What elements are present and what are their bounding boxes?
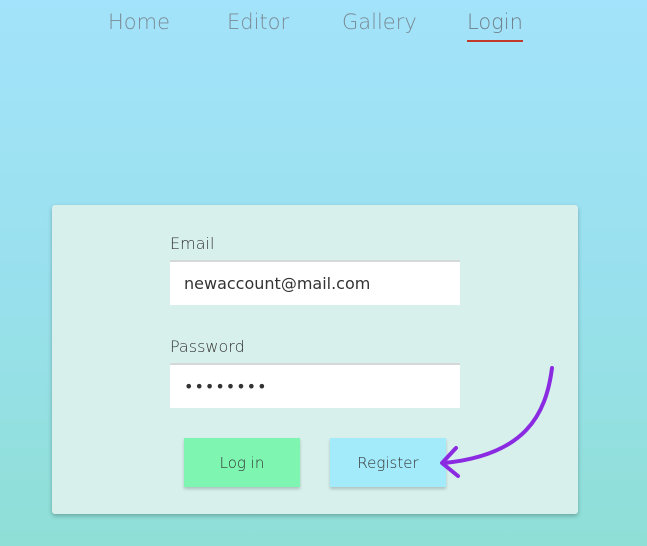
top-nav: Home Editor Gallery Login [0,8,647,42]
password-input[interactable] [170,363,460,408]
password-label: Password [170,337,245,356]
email-input[interactable] [170,260,460,305]
nav-link-gallery[interactable]: Gallery [342,8,417,36]
register-button[interactable]: Register [330,438,446,487]
nav-link-login[interactable]: Login [467,8,523,42]
email-label: Email [170,234,215,253]
login-card: Email Password Log in Register [52,205,578,514]
login-button[interactable]: Log in [184,438,300,487]
nav-link-home[interactable]: Home [108,8,170,36]
nav-link-editor[interactable]: Editor [227,8,289,36]
